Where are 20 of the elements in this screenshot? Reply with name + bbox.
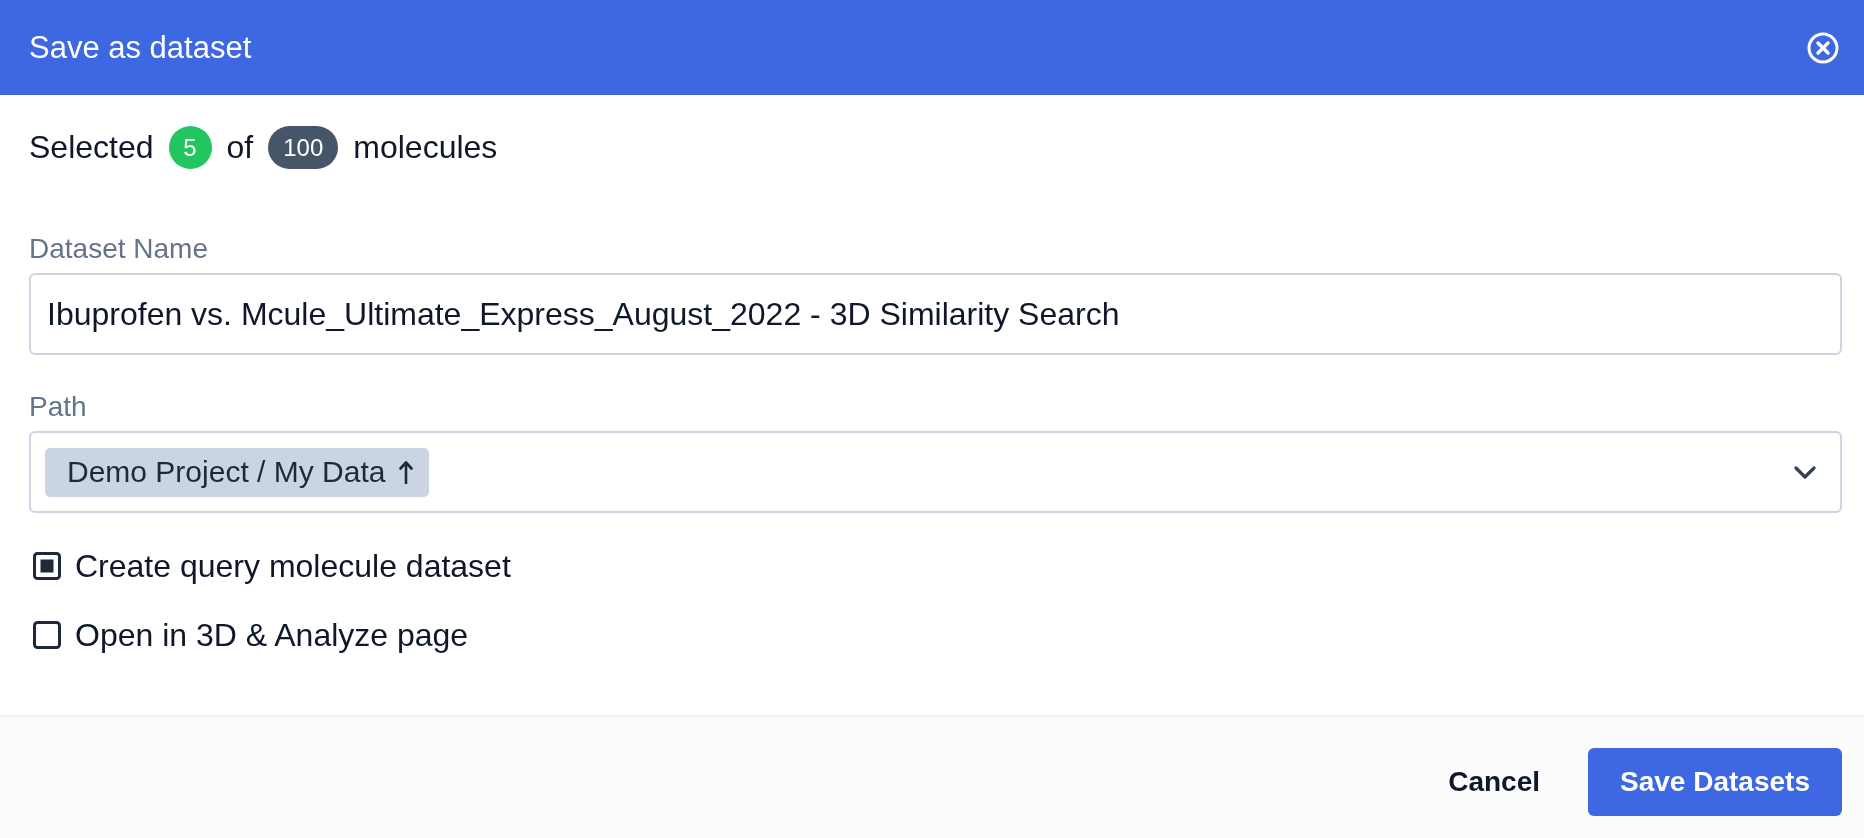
field-label: Path [29,390,88,424]
checkbox-label: Open in 3D & Analyze page [75,616,469,655]
arrow-up-icon [399,460,414,484]
selection-text: molecules [353,128,498,167]
checkbox-label: Create query molecule dataset [75,547,511,586]
selected-count-badge: 5 [168,126,212,169]
checkbox[interactable] [33,621,61,649]
selection-text: Selected [29,128,154,167]
path-text: Demo Project / My Data [67,455,386,489]
dialog-title: Save as dataset [29,28,252,67]
chevron-down-icon [1794,465,1816,479]
dataset-name-input[interactable]: Ibuprofen vs. Mcule_Ultimate_Express_August_2022 - 3D Similarity Search [29,273,1842,355]
total-count-badge: 100 [268,126,339,169]
selection-text: of [226,128,254,167]
close-icon[interactable] [1807,31,1839,64]
checkbox[interactable] [33,552,61,580]
cancel-button[interactable]: Cancel [1424,748,1564,816]
save-button[interactable]: Save Datasets [1588,748,1842,816]
field-label: Dataset Name [29,232,209,266]
path-select[interactable]: Demo Project / My Data [29,431,1842,513]
